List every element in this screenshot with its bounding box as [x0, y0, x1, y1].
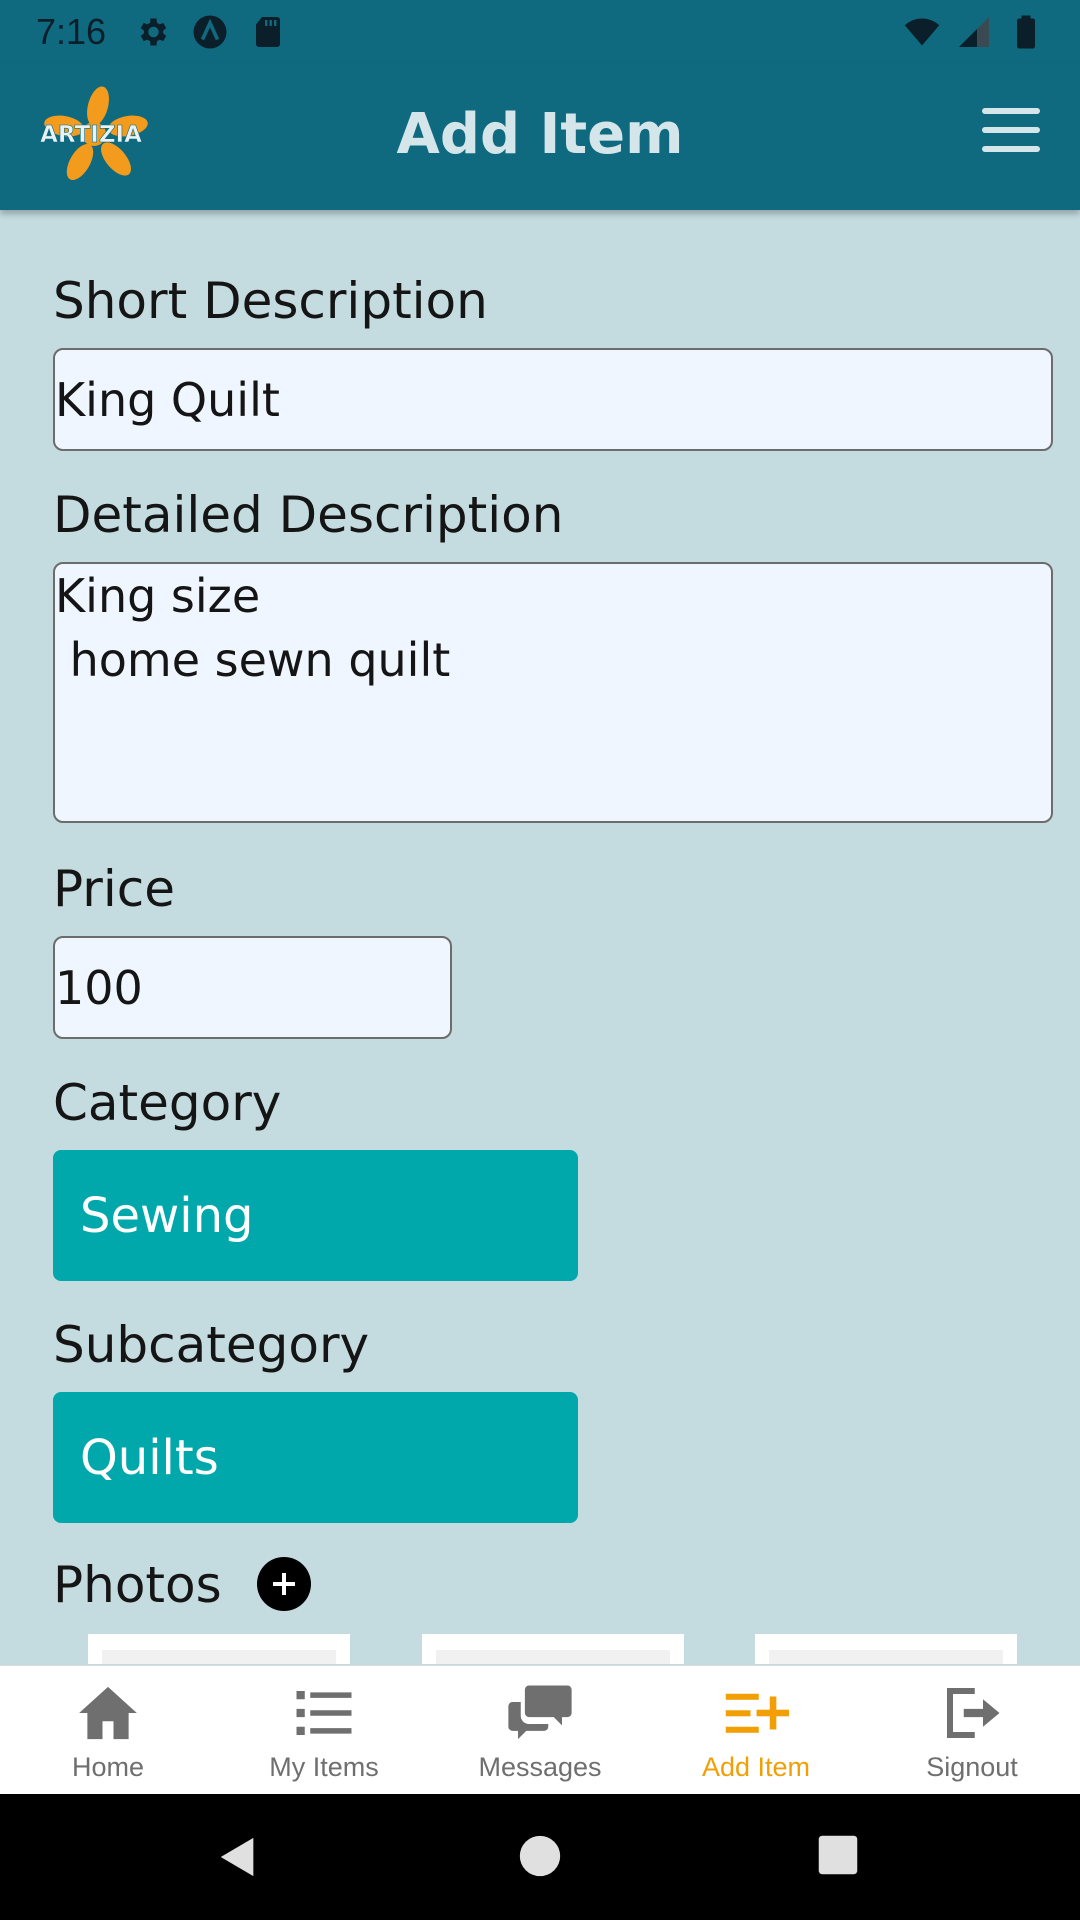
nav-my-items[interactable]: My Items [216, 1666, 432, 1794]
gear-icon [140, 18, 167, 46]
nav-label: Add Item [701, 1752, 811, 1782]
app-header: ARTIZIA Add Item [0, 64, 1080, 210]
wifi-icon [904, 18, 940, 46]
a-circle-icon [193, 15, 227, 49]
battery-icon [1017, 15, 1035, 49]
list-add-icon [725, 1693, 789, 1733]
detailed-description-textarea[interactable]: King size home sewn quilt [53, 562, 1053, 823]
signal-icon [959, 17, 989, 47]
plus-icon [273, 1573, 295, 1595]
status-bar: 7:16 [0, 0, 1080, 64]
page-title: Add Item [396, 102, 684, 167]
nav-label: Signout [926, 1752, 1018, 1782]
status-time: 7:16 [36, 11, 107, 52]
photos-label: Photos [53, 1556, 222, 1614]
price-input[interactable]: 100 [53, 936, 452, 1039]
home-circle-icon[interactable] [518, 1834, 562, 1878]
detailed-description-label: Detailed Description [53, 486, 564, 544]
hamburger-menu-icon[interactable] [982, 108, 1040, 152]
category-select[interactable]: Sewing [53, 1150, 578, 1281]
nav-add-item[interactable]: Add Item [648, 1666, 864, 1794]
nav-signout[interactable]: Signout [864, 1666, 1080, 1794]
add-photo-button[interactable] [257, 1557, 311, 1611]
price-label: Price [53, 860, 175, 918]
category-label: Category [53, 1074, 282, 1132]
photo-thumbnail[interactable] [755, 1634, 1017, 1664]
short-description-label: Short Description [53, 272, 488, 330]
subcategory-select[interactable]: Quilts [53, 1392, 578, 1523]
photo-thumbnail[interactable] [88, 1634, 350, 1664]
nav-messages[interactable]: Messages [432, 1666, 648, 1794]
back-icon[interactable] [215, 1834, 261, 1880]
list-icon [296, 1691, 352, 1735]
sd-card-icon [256, 17, 281, 47]
recents-square-icon[interactable] [817, 1834, 859, 1876]
nav-label: My Items [269, 1752, 379, 1782]
nav-label: Home [71, 1752, 145, 1782]
nav-home[interactable]: Home [0, 1666, 216, 1794]
home-icon [79, 1686, 137, 1740]
bottom-navigation: Home My Items Messages Add Item Signout [0, 1665, 1080, 1794]
system-navigation-bar [0, 1794, 1080, 1920]
short-description-input[interactable]: King Quilt [53, 348, 1053, 451]
exit-icon [946, 1687, 1000, 1739]
subcategory-label: Subcategory [53, 1316, 370, 1374]
nav-label: Messages [478, 1752, 602, 1782]
chat-bubbles-icon [508, 1685, 572, 1740]
photo-thumbnail[interactable] [422, 1634, 684, 1664]
